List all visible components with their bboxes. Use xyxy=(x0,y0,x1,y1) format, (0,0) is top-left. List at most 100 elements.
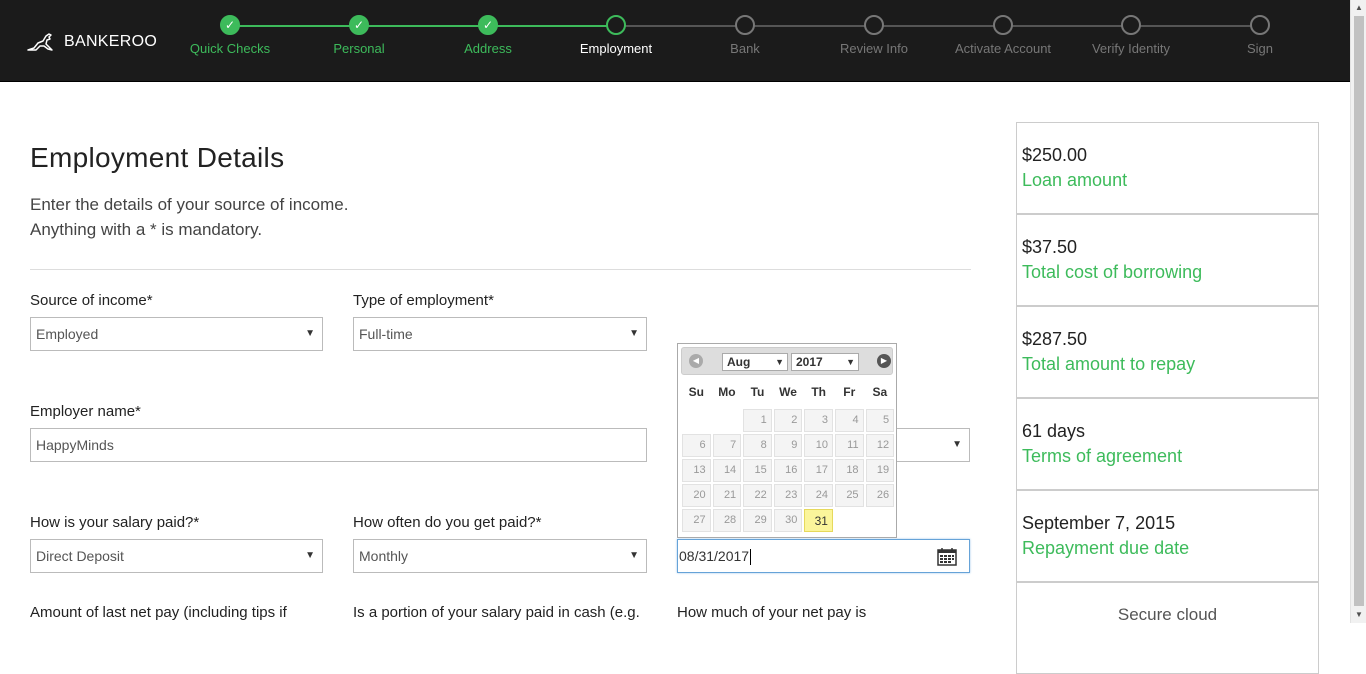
day-cell: 20 xyxy=(682,484,711,507)
source-of-income-select[interactable]: Employed ▼ xyxy=(30,317,323,351)
weekday-header: Su Mo Tu We Th Fr Sa xyxy=(681,385,893,405)
day-cell: 13 xyxy=(682,459,711,482)
summary-label: Loan amount xyxy=(1022,170,1128,190)
checkmark-icon: ✓ xyxy=(220,15,240,35)
month-select[interactable]: Aug ▼ xyxy=(722,353,788,371)
scrollbar-thumb[interactable] xyxy=(1354,16,1364,606)
day-cell: 11 xyxy=(834,434,864,457)
employer-name-label: Employer name* xyxy=(30,403,141,420)
pay-frequency-select[interactable]: Monthly ▼ xyxy=(353,539,647,573)
day-cell: 19 xyxy=(865,459,895,482)
step-address[interactable]: ✓ Address xyxy=(423,15,553,56)
salary-paid-select[interactable]: Direct Deposit ▼ xyxy=(30,539,323,573)
page-title: Employment Details xyxy=(30,142,285,173)
step-label: Bank xyxy=(730,41,760,56)
step-employment[interactable]: Employment xyxy=(551,15,681,56)
weekday-label: Th xyxy=(811,385,826,399)
day-cell: 30 xyxy=(773,509,803,532)
salary-paid-label: How is your salary paid?* xyxy=(30,514,200,531)
employer-name-input[interactable]: HappyMinds xyxy=(30,428,647,462)
summary-label: Terms of agreement xyxy=(1022,446,1183,466)
dropdown-arrow-icon: ▼ xyxy=(629,328,639,339)
vertical-scrollbar[interactable]: ▲ ▼ xyxy=(1350,0,1366,623)
pay-frequency-value: Monthly xyxy=(359,548,409,564)
day-cell: 7 xyxy=(712,434,742,457)
selected-day-cell[interactable]: 31 xyxy=(804,509,833,532)
datepicker-popup: ◀ Aug ▼ 2017 ▼ ▶ Su Mo Tu We Th Fr Sa 12345678… xyxy=(677,343,897,538)
summary-value: $250.00 xyxy=(1022,145,1088,165)
summary-item: $250.00 Loan amount xyxy=(1016,122,1319,214)
summary-item: $37.50 Total cost of borrowing xyxy=(1016,214,1319,306)
top-nav-bar: BANKEROO ✓ Quick Checks ✓ Personal ✓ Address E… xyxy=(0,0,1350,82)
datepicker-header: ◀ Aug ▼ 2017 ▼ ▶ xyxy=(681,347,893,375)
summary-value: 61 days xyxy=(1022,421,1086,441)
day-cell: 18 xyxy=(834,459,864,482)
year-value: 2017 xyxy=(796,355,823,369)
scroll-up-icon[interactable]: ▲ xyxy=(1351,0,1366,16)
summary-label: Total cost of borrowing xyxy=(1022,262,1203,282)
day-cell: 27 xyxy=(682,509,711,532)
summary-item: September 7, 2015 Repayment due date xyxy=(1016,490,1319,582)
step-label: Quick Checks xyxy=(189,41,271,56)
step-circle-icon xyxy=(735,15,755,35)
step-personal[interactable]: ✓ Personal xyxy=(294,15,424,56)
weekday-label: Mo xyxy=(718,385,736,399)
step-label: Personal xyxy=(333,41,385,56)
step-quick-checks[interactable]: ✓ Quick Checks xyxy=(165,15,295,56)
step-bank[interactable]: Bank xyxy=(680,15,810,56)
cash-portion-label: Is a portion of your salary paid in cash… xyxy=(353,604,640,621)
secure-cloud-badge: Secure cloud xyxy=(1016,582,1319,674)
chevron-right-icon[interactable]: ▶ xyxy=(877,354,891,368)
day-cell: 26 xyxy=(865,484,895,507)
step-activate-account[interactable]: Activate Account xyxy=(938,15,1068,56)
step-verify-identity[interactable]: Verify Identity xyxy=(1066,15,1196,56)
summary-item: 61 days Terms of agreement xyxy=(1016,398,1319,490)
day-cell: 28 xyxy=(712,509,742,532)
checkmark-icon: ✓ xyxy=(478,15,498,35)
dropdown-arrow-icon: ▼ xyxy=(775,357,784,367)
empty-day-cell xyxy=(713,409,742,432)
day-cell: 1 xyxy=(743,409,772,432)
type-of-employment-select[interactable]: Full-time ▼ xyxy=(353,317,647,351)
chevron-left-icon[interactable]: ◀ xyxy=(689,354,703,368)
employer-name-value: HappyMinds xyxy=(36,437,114,453)
day-cell: 22 xyxy=(743,484,772,507)
weekday-label: Su xyxy=(688,385,704,399)
day-cell: 8 xyxy=(743,434,772,457)
step-label: Address xyxy=(464,41,512,56)
day-cell: 29 xyxy=(743,509,772,532)
progress-stepper: ✓ Quick Checks ✓ Personal ✓ Address Employment… xyxy=(0,0,1350,82)
pay-frequency-label: How often do you get paid?* xyxy=(353,514,542,531)
day-cell: 17 xyxy=(804,459,833,482)
page-intro: Enter the details of your source of inco… xyxy=(30,192,348,242)
step-label: Verify Identity xyxy=(1091,41,1171,56)
day-cell: 24 xyxy=(804,484,833,507)
type-of-employment-label: Type of employment* xyxy=(353,292,494,309)
step-sign[interactable]: Sign xyxy=(1195,15,1325,56)
intro-line-1: Enter the details of your source of inco… xyxy=(30,195,349,214)
step-circle-icon xyxy=(1250,15,1270,35)
last-net-pay-label: Amount of last net pay (including tips i… xyxy=(30,604,287,621)
source-of-income-label: Source of income* xyxy=(30,292,153,309)
scroll-down-icon[interactable]: ▼ xyxy=(1351,607,1366,623)
step-review-info[interactable]: Review Info xyxy=(809,15,939,56)
day-cell: 14 xyxy=(712,459,742,482)
day-cell: 10 xyxy=(804,434,833,457)
section-divider xyxy=(30,269,971,270)
day-cell: 5 xyxy=(865,409,895,432)
calendar-icon[interactable] xyxy=(937,548,957,566)
dropdown-arrow-icon: ▼ xyxy=(305,328,315,339)
summary-value: September 7, 2015 xyxy=(1022,513,1176,533)
weekday-label: Fr xyxy=(843,385,856,399)
summary-value: $287.50 xyxy=(1022,329,1088,349)
day-cell: 16 xyxy=(773,459,803,482)
salary-paid-value: Direct Deposit xyxy=(36,548,124,564)
step-circle-icon xyxy=(993,15,1013,35)
month-value: Aug xyxy=(727,355,751,369)
checkmark-icon: ✓ xyxy=(349,15,369,35)
next-pay-date-input[interactable]: 08/31/2017 xyxy=(677,539,970,573)
day-cell: 25 xyxy=(834,484,864,507)
year-select[interactable]: 2017 ▼ xyxy=(791,353,859,371)
step-label: Activate Account xyxy=(954,41,1052,56)
day-cell: 9 xyxy=(773,434,803,457)
